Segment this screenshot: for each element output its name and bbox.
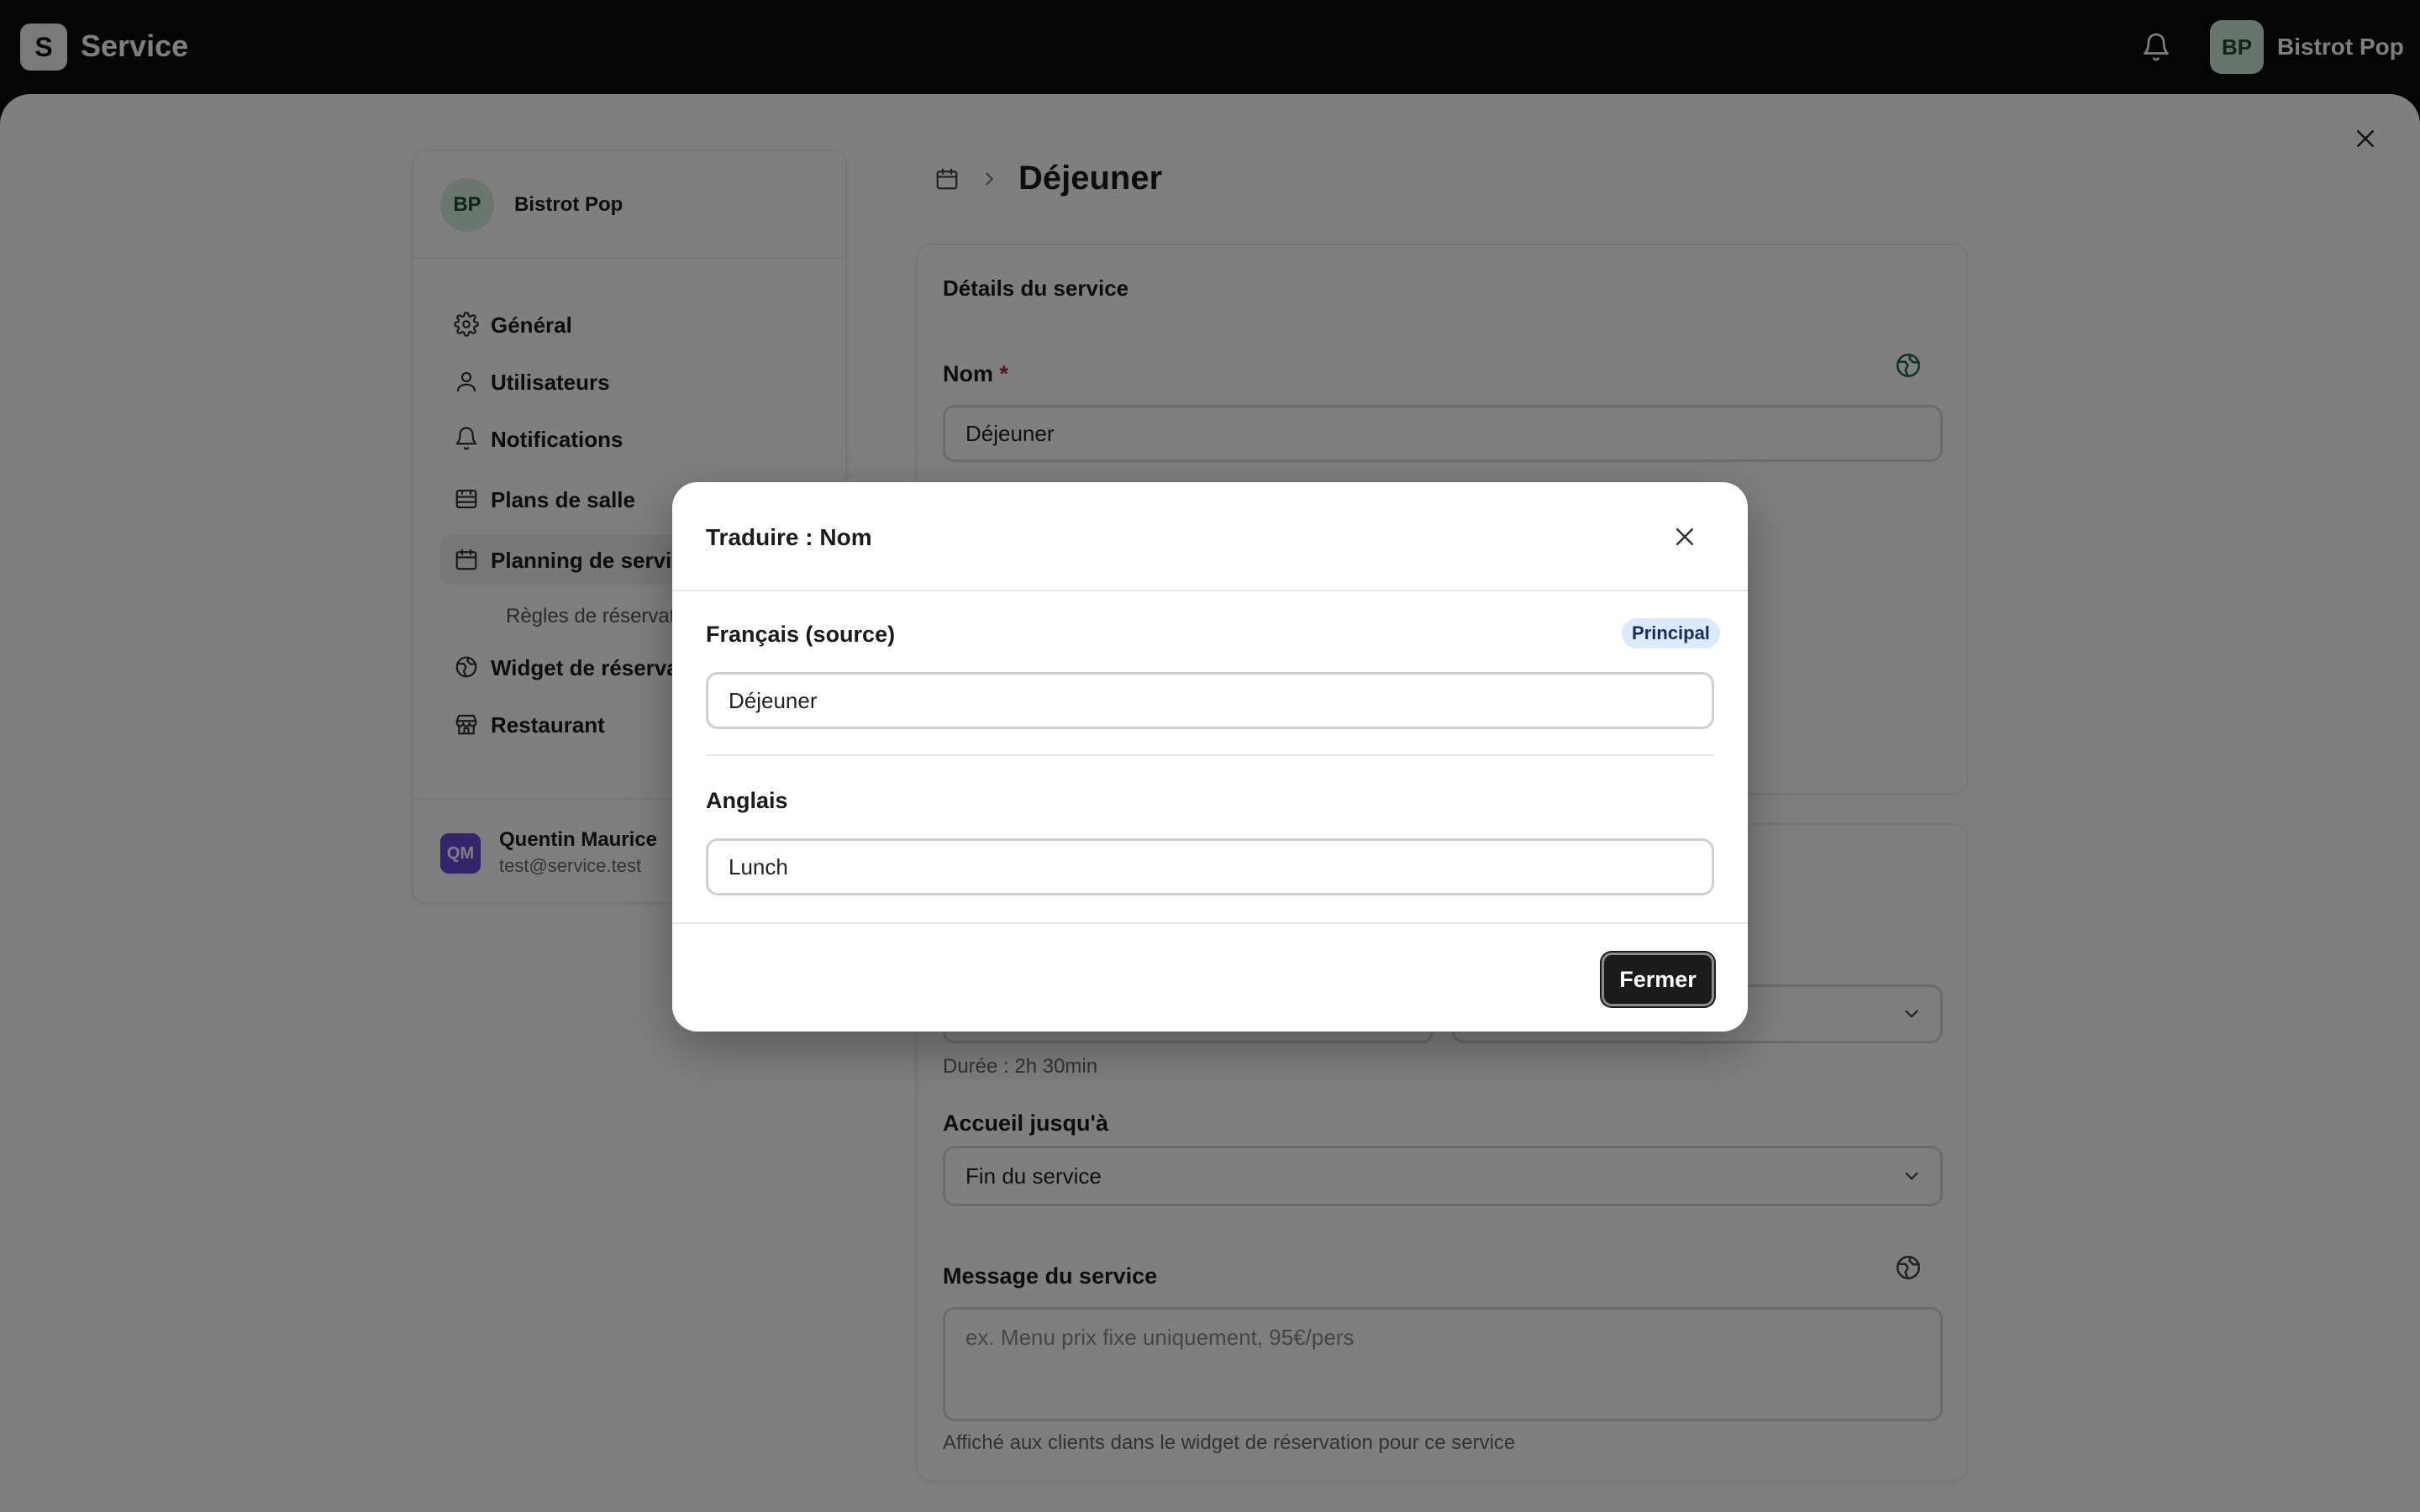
dialog-title: Traduire : Nom [706, 524, 872, 550]
close-icon[interactable] [1672, 524, 1697, 549]
source-translation-input[interactable]: Déjeuner [706, 672, 1714, 729]
source-language-label: Français (source) [706, 622, 896, 647]
target-language-label: Anglais [706, 788, 788, 813]
close-button[interactable]: Fermer [1602, 953, 1714, 1006]
english-translation-input[interactable]: Lunch [706, 838, 1714, 895]
divider [706, 754, 1714, 756]
translate-dialog: Traduire : Nom Français (source) Princip… [672, 482, 1748, 1032]
divider [672, 590, 1748, 591]
primary-badge: Principal [1622, 618, 1720, 648]
divider [672, 922, 1748, 924]
